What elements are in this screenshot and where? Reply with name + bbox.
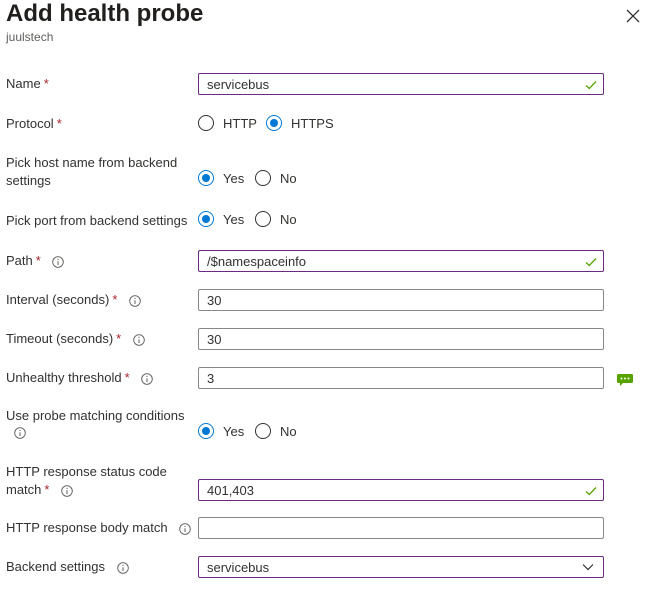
unhealthy-value: 3: [207, 371, 215, 386]
probe-matching-no-radio[interactable]: No: [255, 421, 297, 441]
pick-host-label: Pick host name from backend settings: [6, 155, 178, 188]
backend-settings-label: Backend settings: [6, 558, 129, 576]
unhealthy-input[interactable]: 3: [198, 367, 604, 389]
info-icon[interactable]: [133, 333, 145, 346]
timeout-input[interactable]: 30: [198, 328, 604, 350]
body-match-label: HTTP response body match: [6, 519, 192, 537]
path-input[interactable]: /$namespaceinfo: [198, 250, 604, 272]
pick-port-label: Pick port from backend settings: [6, 213, 188, 228]
info-icon[interactable]: [61, 484, 73, 497]
status-code-label: HTTP response status code match *: [6, 464, 167, 497]
checkmark-icon: [585, 81, 597, 90]
status-code-value: 401,403: [207, 483, 254, 498]
info-icon[interactable]: [116, 561, 129, 574]
chevron-down-icon: [582, 564, 594, 571]
path-label: Path *: [6, 252, 65, 270]
name-input[interactable]: servicebus: [198, 73, 604, 95]
protocol-https-radio[interactable]: HTTPS: [266, 113, 334, 133]
info-icon[interactable]: [14, 427, 26, 439]
comment-icon[interactable]: [616, 373, 634, 387]
name-value: servicebus: [207, 77, 270, 92]
timeout-value: 30: [207, 332, 222, 347]
probe-matching-label: Use probe matching conditions: [6, 407, 185, 439]
pick-host-yes-radio[interactable]: Yes: [198, 168, 244, 188]
interval-value: 30: [207, 293, 222, 308]
checkmark-icon: [585, 487, 597, 496]
probe-matching-yes-radio[interactable]: Yes: [198, 421, 244, 441]
close-icon[interactable]: [622, 5, 644, 27]
path-value: /$namespaceinfo: [207, 254, 307, 269]
info-icon[interactable]: [179, 522, 192, 535]
name-label: Name *: [6, 76, 49, 91]
info-icon[interactable]: [141, 372, 154, 385]
status-code-input[interactable]: 401,403: [198, 479, 604, 501]
backend-settings-value: servicebus: [207, 560, 270, 575]
panel-subtitle: juulstech: [6, 30, 54, 44]
pick-port-no-radio[interactable]: No: [255, 209, 297, 229]
interval-label: Interval (seconds) *: [6, 291, 141, 309]
info-icon[interactable]: [52, 255, 65, 268]
panel-title: Add health probe: [6, 0, 204, 27]
pick-port-yes-radio[interactable]: Yes: [198, 209, 244, 229]
protocol-http-radio[interactable]: HTTP: [198, 113, 257, 133]
backend-settings-dropdown[interactable]: servicebus: [198, 556, 604, 578]
unhealthy-label: Unhealthy threshold *: [6, 369, 154, 387]
protocol-label: Protocol *: [6, 116, 62, 131]
info-icon[interactable]: [129, 294, 141, 307]
interval-input[interactable]: 30: [198, 289, 604, 311]
checkmark-icon: [585, 258, 597, 267]
pick-host-no-radio[interactable]: No: [255, 168, 297, 188]
body-match-input[interactable]: [198, 517, 604, 539]
timeout-label: Timeout (seconds) *: [6, 330, 145, 348]
